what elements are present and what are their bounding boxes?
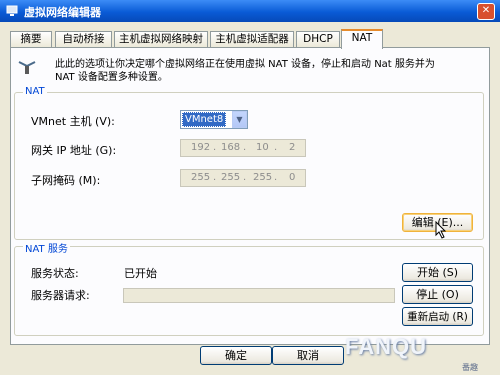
ok-button[interactable]: 确定	[200, 346, 272, 365]
ip-octet: 255	[221, 172, 241, 183]
service-status-value: 已开始	[124, 267, 157, 280]
close-button[interactable]: ✕	[477, 3, 495, 20]
watermark-suffix: 番趣	[462, 363, 478, 372]
vmnet-host-value: VMnet8	[182, 112, 227, 127]
network-cable-icon	[18, 61, 36, 74]
ip-octet: 2	[289, 142, 296, 153]
tab-dhcp[interactable]: DHCP	[296, 31, 340, 47]
subnet-mask-label: 子网掩码 (M):	[31, 174, 101, 187]
title-bar: 虚拟网络编辑器 ✕	[0, 0, 500, 22]
ip-octet: 168	[221, 142, 241, 153]
tab-nat[interactable]: NAT	[341, 29, 383, 49]
vmnet-host-select[interactable]: VMnet8 ▼	[180, 110, 248, 129]
ip-octet: 255	[253, 172, 273, 183]
cancel-button[interactable]: 取消	[272, 346, 344, 365]
watermark-logo: FANQU	[345, 334, 427, 359]
tab-host-virtual-adapter[interactable]: 主机虚拟适配器	[210, 31, 294, 47]
network-icon	[6, 5, 18, 16]
description-line-2: NAT 设备配置多种设置。	[55, 72, 168, 83]
server-request-field	[123, 288, 395, 303]
gateway-ip-field: 192 . 168 . 10 . 2	[180, 139, 306, 157]
tab-host-virtual-network-mapping[interactable]: 主机虚拟网络映射	[114, 31, 208, 47]
stop-service-button[interactable]: 停止 (O)	[402, 285, 473, 304]
ip-octet: 0	[289, 172, 296, 183]
start-service-button[interactable]: 开始 (S)	[402, 263, 473, 282]
ip-octet: 255	[191, 172, 211, 183]
subnet-mask-field: 255 . 255 . 255 . 0	[180, 169, 306, 187]
server-request-label: 服务器请求:	[31, 289, 90, 302]
gateway-ip-label: 网关 IP 地址 (G):	[31, 144, 117, 157]
service-status-label: 服务状态:	[31, 267, 79, 280]
nat-group: NAT VMnet 主机 (V): VMnet8 ▼ 网关 IP 地址 (G):…	[14, 86, 484, 240]
nat-service-legend: NAT 服务	[23, 240, 70, 255]
chevron-down-icon[interactable]: ▼	[232, 111, 247, 128]
ip-octet: 192	[191, 142, 211, 153]
tab-summary[interactable]: 摘要	[10, 31, 52, 47]
nat-tab-panel: 此此的选项让你决定哪个虚拟网络正在使用虚拟 NAT 设备，停止和启动 Nat 服…	[10, 47, 490, 345]
restart-service-button[interactable]: 重新启动 (R)	[402, 307, 473, 326]
mouse-cursor-icon	[435, 221, 447, 239]
nat-service-group: NAT 服务 服务状态: 已开始 开始 (S) 服务器请求: 停止 (O) 重新…	[14, 240, 484, 336]
window-title: 虚拟网络编辑器	[24, 6, 101, 19]
vmnet-host-label: VMnet 主机 (V):	[31, 115, 115, 128]
ip-octet: 10	[256, 142, 269, 153]
nat-group-legend: NAT	[23, 86, 47, 97]
tab-auto-bridge[interactable]: 自动桥接	[55, 31, 112, 47]
